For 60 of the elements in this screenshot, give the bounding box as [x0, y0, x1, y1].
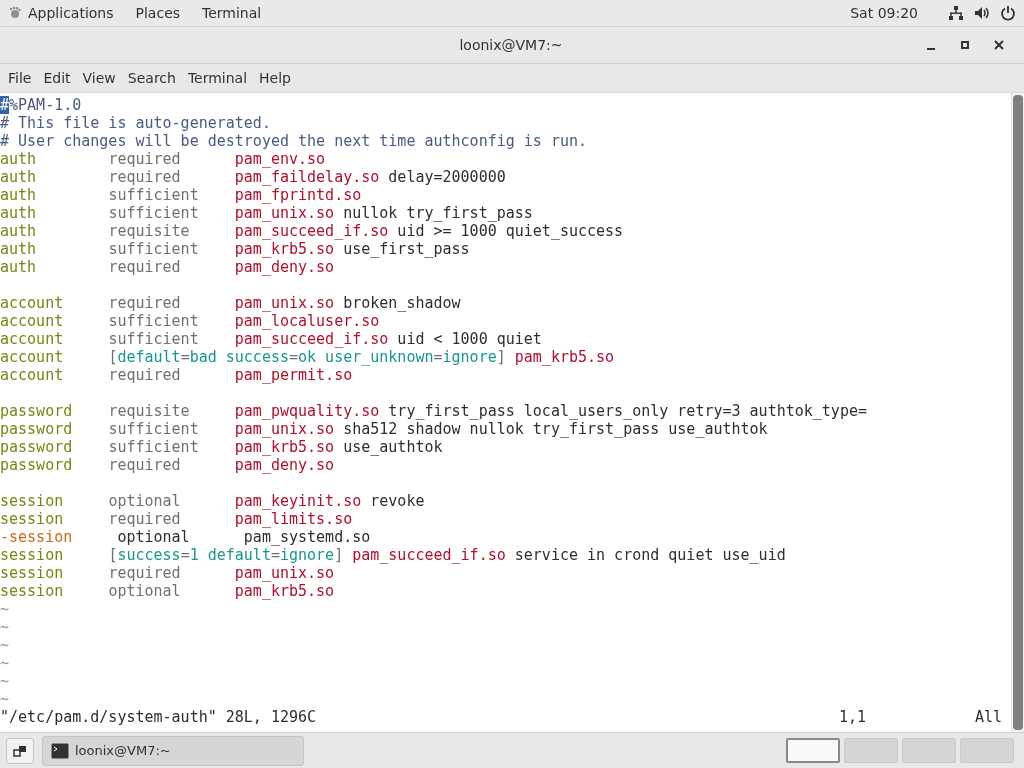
taskbar-window-button[interactable]: loonix@VM7:~	[42, 735, 304, 766]
empty-line-marker: ~	[0, 690, 10, 708]
menu-item[interactable]: File	[2, 70, 38, 86]
cursor-position: 1,1	[839, 708, 867, 726]
code-line: auth requisite pam_succeed_if.so uid >= 1000 quiet_success	[0, 222, 625, 240]
scroll-position: All	[975, 708, 1001, 726]
workspace-switcher[interactable]	[960, 738, 1014, 763]
panel-menu[interactable]: Terminal	[202, 5, 262, 21]
power-icon[interactable]	[1000, 5, 1016, 21]
close-icon	[994, 40, 1004, 50]
code-line: session required pam_unix.so	[0, 564, 336, 582]
code-line: account sufficient pam_succeed_if.so uid < 1000 quiet	[0, 330, 543, 348]
menu-item[interactable]: Edit	[37, 70, 77, 86]
panel-menu[interactable]: Places	[135, 5, 181, 21]
code-line: password requisite pam_pwquality.so try_first_pass local_users_only retry=3 authtok_type=	[0, 402, 868, 420]
empty-line-marker: ~	[0, 618, 10, 636]
network-icon[interactable]	[948, 5, 964, 21]
minimize-icon	[927, 48, 935, 50]
code-line: auth sufficient pam_krb5.so use_first_pass	[0, 240, 471, 258]
empty-line-marker: ~	[0, 672, 10, 690]
code-line: auth required pam_faildelay.so delay=2000000	[0, 168, 507, 186]
menu-item[interactable]: Terminal	[181, 70, 254, 86]
volume-icon[interactable]	[974, 5, 990, 21]
empty-line-marker: ~	[0, 654, 10, 672]
code-line: session required pam_limits.so	[0, 510, 354, 528]
window-title: loonix@VM7:~	[458, 37, 564, 53]
code-line: auth sufficient pam_fprintd.so	[0, 186, 363, 204]
code-line: account required pam_permit.so	[0, 366, 354, 384]
code-line: session [success=1 default=ignore] pam_succeed_if.so service in crond quiet use_uid	[0, 546, 787, 564]
empty-line-marker: ~	[0, 600, 10, 618]
maximize-icon	[960, 40, 970, 50]
scrollbar[interactable]	[1011, 93, 1024, 732]
code-line: account required pam_unix.so broken_shadow	[0, 294, 462, 312]
panel-menu[interactable]: Applications	[8, 5, 114, 21]
foot-icon	[8, 6, 22, 20]
show-desktop-button[interactable]	[6, 737, 34, 764]
windows-icon	[13, 743, 27, 758]
code-line: password sufficient pam_krb5.so use_authtok	[0, 438, 444, 456]
code-line: -session optional pam_systemd.so	[0, 528, 372, 546]
status-message: "/etc/pam.d/system-auth" 28L, 1296C	[0, 708, 317, 726]
code-line: session optional pam_keyinit.so revoke	[0, 492, 426, 510]
empty-line-marker: ~	[0, 636, 10, 654]
code-line: password sufficient pam_unix.so sha512 shadow nullok try_first_pass use_authtok	[0, 420, 769, 438]
terminal-icon	[51, 742, 69, 759]
workspace-switcher[interactable]	[902, 738, 956, 763]
code-line: account [default=bad success=ok user_unknown=ignore] pam_krb5.so	[0, 348, 616, 366]
menu-item[interactable]: Help	[253, 70, 297, 86]
code-line: # User changes will be destroyed the next time authconfig is run.	[0, 132, 588, 150]
code-line: auth required pam_env.so	[0, 150, 327, 168]
code-line: password required pam_deny.so	[0, 456, 336, 474]
menu-item[interactable]: Search	[121, 70, 182, 86]
workspace-switcher[interactable]	[844, 738, 898, 763]
menu-item[interactable]: View	[76, 70, 122, 86]
code-line: auth sufficient pam_unix.so nullok try_first_pass	[0, 204, 534, 222]
code-line: session optional pam_krb5.so	[0, 582, 336, 600]
clock[interactable]: Sat 09:20	[850, 5, 918, 21]
code-line: account sufficient pam_localuser.so	[0, 312, 381, 330]
code-line: auth required pam_deny.so	[0, 258, 336, 276]
workspace-switcher[interactable]	[786, 738, 840, 763]
code-line: # This file is auto-generated.	[0, 114, 272, 132]
